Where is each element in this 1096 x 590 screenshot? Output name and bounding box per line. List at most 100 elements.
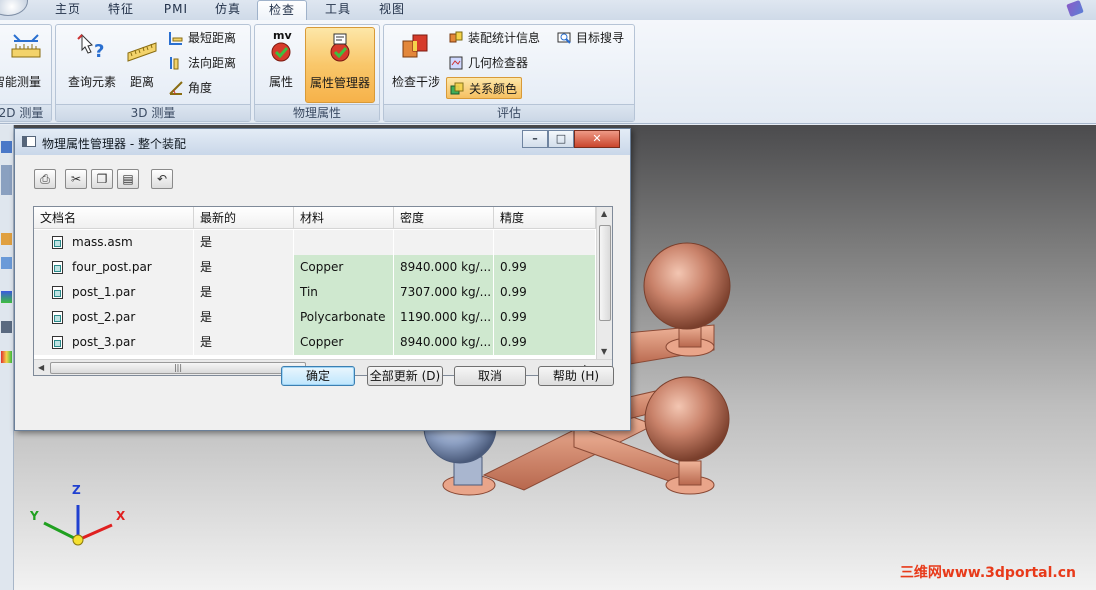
- sensor-icon[interactable]: [1, 257, 12, 269]
- properties-manager-label: 属性管理器: [309, 76, 370, 90]
- row-density[interactable]: [394, 230, 494, 255]
- watermark-text: 三维网www.3dportal.cn: [899, 565, 1076, 581]
- tab-tools[interactable]: 工具: [320, 0, 356, 20]
- normal-distance-label: 法向距离: [188, 56, 237, 70]
- properties-manager-icon: [330, 33, 350, 62]
- table-row[interactable]: post_2.par 是 Polycarbonate 1190.000 kg/.…: [34, 305, 596, 330]
- table-row[interactable]: post_1.par 是 Tin 7307.000 kg/... 0.99: [34, 280, 596, 305]
- angle-label: 角度: [188, 81, 213, 95]
- table-row[interactable]: mass.asm 是: [34, 230, 596, 255]
- normal-distance-button[interactable]: 法向距离: [166, 52, 236, 74]
- row-material[interactable]: Tin: [294, 280, 394, 305]
- normal-distance-icon: [170, 57, 179, 70]
- properties-button[interactable]: mv 属性: [261, 27, 301, 103]
- help-button[interactable]: 帮助 (H): [538, 366, 614, 386]
- appearance-icon[interactable]: [1, 291, 12, 303]
- smart-measure-button[interactable]: 智能测量: [0, 27, 51, 103]
- svg-text:?: ?: [94, 41, 104, 62]
- part-doc-icon: [52, 311, 63, 324]
- ok-button[interactable]: 确定: [281, 366, 355, 386]
- horizontal-scroll-thumb[interactable]: |||: [50, 362, 306, 374]
- properties-label: 属性: [268, 75, 293, 89]
- scroll-up-arrow-icon[interactable]: ▲: [601, 209, 607, 218]
- row-accuracy[interactable]: 0.99: [494, 280, 596, 305]
- smart-measure-label: 智能测量: [0, 75, 42, 89]
- assembly-stats-button[interactable]: 装配统计信息: [446, 27, 540, 49]
- column-header-up-to-date[interactable]: 最新的: [194, 207, 294, 229]
- row-up-to-date: 是: [194, 230, 294, 255]
- triad-x-label: X: [116, 509, 126, 523]
- target-seeker-button[interactable]: 目标搜寻: [554, 27, 624, 49]
- cancel-button[interactable]: 取消: [454, 366, 526, 386]
- application-button[interactable]: [0, 0, 28, 16]
- tab-simulation[interactable]: 仿真: [210, 0, 246, 20]
- update-all-button[interactable]: 全部更新 (D): [367, 366, 443, 386]
- family-icon[interactable]: [1, 321, 12, 333]
- row-density[interactable]: 8940.000 kg/...: [394, 255, 494, 280]
- min-distance-button[interactable]: 最短距离: [166, 27, 236, 49]
- row-material[interactable]: Copper: [294, 330, 394, 355]
- relationship-color-button[interactable]: 关系颜色: [446, 77, 523, 99]
- distance-button[interactable]: 距离: [122, 27, 162, 103]
- vertical-scrollbar[interactable]: ▲ ▼: [596, 207, 612, 359]
- scroll-down-arrow-icon[interactable]: ▼: [601, 347, 607, 356]
- row-density[interactable]: 7307.000 kg/...: [394, 280, 494, 305]
- row-up-to-date: 是: [194, 330, 294, 355]
- geometry-inspector-button[interactable]: 几何检查器: [446, 52, 528, 74]
- row-accuracy[interactable]: 0.99: [494, 330, 596, 355]
- paste-icon[interactable]: ▤: [117, 169, 139, 189]
- angle-button[interactable]: 角度: [166, 77, 212, 99]
- row-document-name: mass.asm: [72, 235, 133, 249]
- triad-y-label: Y: [30, 509, 39, 523]
- table-row[interactable]: post_3.par 是 Copper 8940.000 kg/... 0.99: [34, 330, 596, 355]
- row-density[interactable]: 8940.000 kg/...: [394, 330, 494, 355]
- row-accuracy[interactable]: 0.99: [494, 255, 596, 280]
- tab-view[interactable]: 视图: [374, 0, 410, 20]
- column-header-document-name[interactable]: 文档名: [34, 207, 194, 229]
- color-icon[interactable]: [1, 351, 12, 363]
- tab-pmi[interactable]: PMI: [158, 0, 194, 20]
- geometry-inspector-label: 几何检查器: [468, 56, 529, 70]
- properties-manager-button[interactable]: 属性管理器: [305, 27, 375, 103]
- properties-mv-text: mv: [273, 29, 292, 42]
- inquire-element-button[interactable]: ? 查询元素: [62, 27, 122, 103]
- group-physical-properties-title: 物理属性: [255, 104, 379, 121]
- table-row[interactable]: four_post.par 是 Copper 8940.000 kg/... 0…: [34, 255, 596, 280]
- row-density[interactable]: 1190.000 kg/...: [394, 305, 494, 330]
- row-material[interactable]: Copper: [294, 255, 394, 280]
- tab-inspect[interactable]: 检查: [257, 0, 307, 20]
- row-document-name: four_post.par: [72, 260, 152, 274]
- relationship-color-icon: [450, 82, 464, 95]
- undo-icon[interactable]: ↶: [151, 169, 173, 189]
- check-interference-label: 检查干涉: [391, 75, 440, 89]
- column-header-material[interactable]: 材料: [294, 207, 394, 229]
- print-icon[interactable]: ⎙: [34, 169, 56, 189]
- row-up-to-date: 是: [194, 280, 294, 305]
- cut-icon[interactable]: ✂: [65, 169, 87, 189]
- vertical-scroll-thumb[interactable]: [599, 225, 611, 321]
- copy-icon[interactable]: ❐: [91, 169, 113, 189]
- layers-icon[interactable]: [1, 165, 12, 195]
- row-document-name: post_2.par: [72, 310, 136, 324]
- row-accuracy[interactable]: 0.99: [494, 305, 596, 330]
- help-book-icon[interactable]: [1066, 0, 1084, 18]
- minimize-button[interactable]: –: [522, 130, 548, 148]
- relationship-color-label: 关系颜色: [469, 82, 518, 96]
- close-button[interactable]: ✕: [574, 130, 620, 148]
- library-icon[interactable]: [1, 233, 12, 245]
- row-material[interactable]: Polycarbonate: [294, 305, 394, 330]
- group-evaluate-title: 评估: [384, 104, 634, 121]
- maximize-button[interactable]: □: [548, 130, 574, 148]
- grid-header: 文档名 最新的 材料 密度 精度: [34, 207, 596, 229]
- row-material[interactable]: [294, 230, 394, 255]
- group-evaluate: 检查干涉 装配统计信息 目标搜寻 几何检查器 关系颜色 评估: [383, 24, 635, 122]
- column-header-accuracy[interactable]: 精度: [494, 207, 596, 229]
- tab-home[interactable]: 主页: [50, 0, 86, 20]
- column-header-density[interactable]: 密度: [394, 207, 494, 229]
- scroll-left-arrow-icon[interactable]: ◀: [38, 363, 44, 372]
- check-interference-button[interactable]: 检查干涉: [388, 27, 444, 103]
- tab-features[interactable]: 特征: [103, 0, 139, 20]
- dialog-titlebar[interactable]: 物理属性管理器 - 整个装配 – □ ✕: [15, 129, 630, 155]
- row-accuracy[interactable]: [494, 230, 596, 255]
- feature-tree-icon[interactable]: [1, 141, 12, 153]
